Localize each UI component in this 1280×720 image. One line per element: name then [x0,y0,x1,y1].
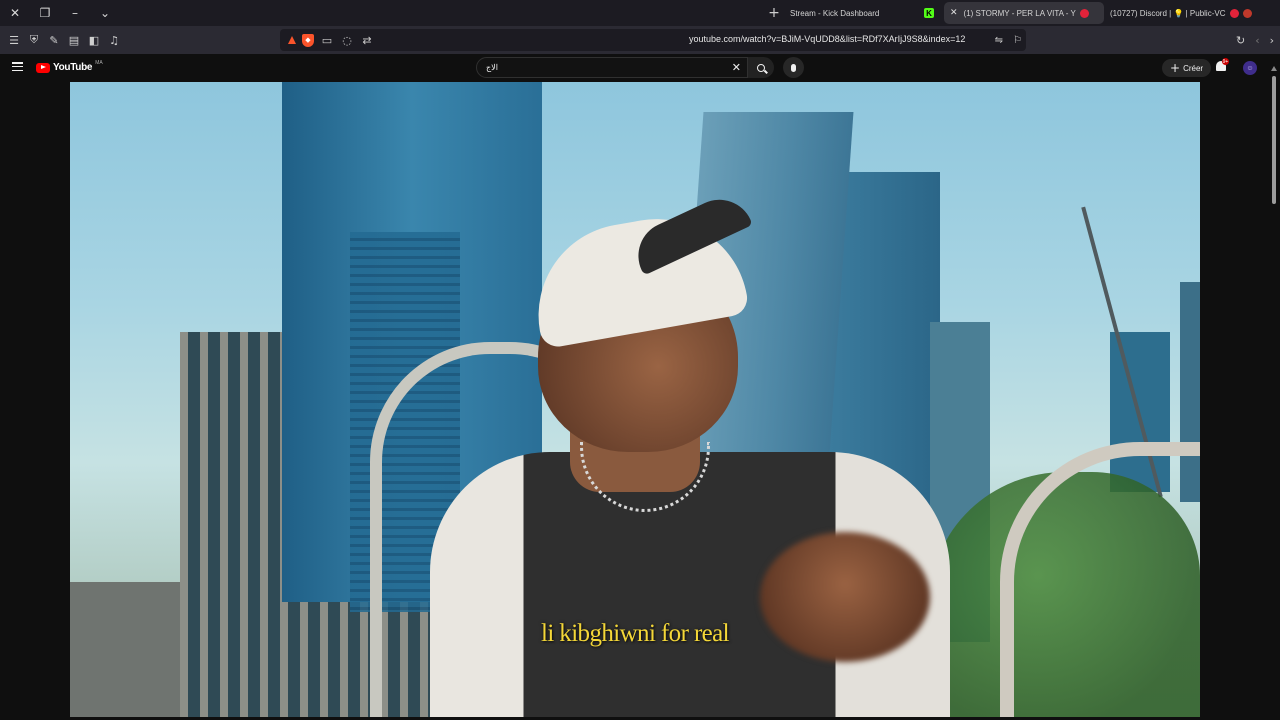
tab-kick[interactable]: K [914,2,944,24]
minimize-window-icon[interactable]: – [60,0,90,26]
notifications-bell-icon[interactable]: 9+ [1216,58,1229,73]
scroll-up-arrow-icon[interactable] [1271,66,1277,71]
tab-title: (10727) Discord | 💡 | Public-VC [1110,8,1226,18]
plus-icon: + [1170,61,1181,75]
close-window-icon[interactable]: ✕ [0,0,30,26]
close-tab-icon[interactable]: ✕ [950,8,958,18]
kick-logo-icon: K [924,8,934,18]
forward-icon[interactable]: › [1270,34,1274,47]
notification-badge: 9+ [1222,58,1229,65]
browser-tab-strip: ✕ ❐ – ⌄ + Stream - Kick Dashboard K ✕ (1… [0,0,1280,26]
shield-icon[interactable]: ⛨ [24,26,44,54]
extension-icon[interactable] [1229,8,1239,18]
search-input-value[interactable]: الاج [486,63,498,72]
tab-title: (1) STORMY - PER LA VITA - Y [963,8,1076,18]
address-bar[interactable]: ◆ ▭ ◌ ⇄ youtube.com/watch?v=BJiM-VqUDD8&… [280,29,1026,51]
tab-discord[interactable]: (10727) Discord | 💡 | Public-VC [1104,2,1264,24]
create-label: Créer [1183,63,1204,73]
bookmark-icon[interactable]: ⚐ [1013,35,1022,46]
pin-icon[interactable]: ✎ [44,26,64,54]
youtube-logo[interactable]: YouTube MA [36,59,103,73]
url-text[interactable]: youtube.com/watch?v=BJiM-VqUDD8&list=RDf… [689,34,965,44]
video-player[interactable]: li kibghiwni for real [70,82,1200,717]
guide-menu-icon[interactable] [12,62,23,71]
playing-audio-icon[interactable] [1079,8,1089,18]
sidebar-icon[interactable]: ◧ [84,26,104,54]
scroll-thumb[interactable] [1272,76,1276,204]
brave-rewards-icon[interactable] [288,36,296,44]
site-settings-icon[interactable]: ⇋ [995,35,1003,46]
search-input[interactable]: الاج ✕ [476,57,748,78]
tab-kick-dashboard[interactable]: Stream - Kick Dashboard [784,2,914,24]
screenshot-icon[interactable]: ▭ [320,29,334,51]
extension-icon[interactable] [1242,8,1252,18]
translate-icon[interactable]: ⇄ [360,29,374,51]
tab-youtube-active[interactable]: ✕ (1) STORMY - PER LA VITA - Y [944,2,1104,24]
tab-manager-icon[interactable]: ▤ [64,26,84,54]
microphone-icon [791,63,796,72]
search-icon [757,63,765,72]
create-button[interactable]: + Créer [1162,59,1212,77]
youtube-header: YouTube MA الاج ✕ + Créer 9+ ☺ [0,54,1280,82]
voice-search-button[interactable] [783,57,804,78]
chat-icon[interactable]: ◌ [340,29,354,51]
video-subtitle: li kibghiwni for real [540,620,730,647]
reload-icon[interactable]: ↻ [1236,34,1245,47]
browser-toolbar: ☰ ⛨ ✎ ▤ ◧ ♫ ◆ ▭ ◌ ⇄ youtube.com/watch?v=… [0,26,1280,54]
player-area: li kibghiwni for real [0,82,1268,720]
clear-search-icon[interactable]: ✕ [732,61,741,74]
brave-shields-icon[interactable]: ◆ [302,33,314,47]
new-tab-button[interactable]: + [764,5,784,21]
page-scrollbar[interactable] [1268,54,1280,720]
tab-list-chevron-icon[interactable]: ⌄ [90,0,120,26]
youtube-logo-text: YouTube [53,62,93,73]
restore-window-icon[interactable]: ❐ [30,0,60,26]
menu-icon[interactable]: ☰ [4,26,24,54]
tab-title: Stream - Kick Dashboard [790,8,880,18]
search-button[interactable] [748,57,774,78]
youtube-play-icon [36,62,50,73]
music-icon[interactable]: ♫ [104,26,124,54]
back-icon[interactable]: ‹ [1255,34,1259,47]
region-code: MA [95,59,103,66]
account-avatar[interactable]: ☺ [1243,61,1257,75]
